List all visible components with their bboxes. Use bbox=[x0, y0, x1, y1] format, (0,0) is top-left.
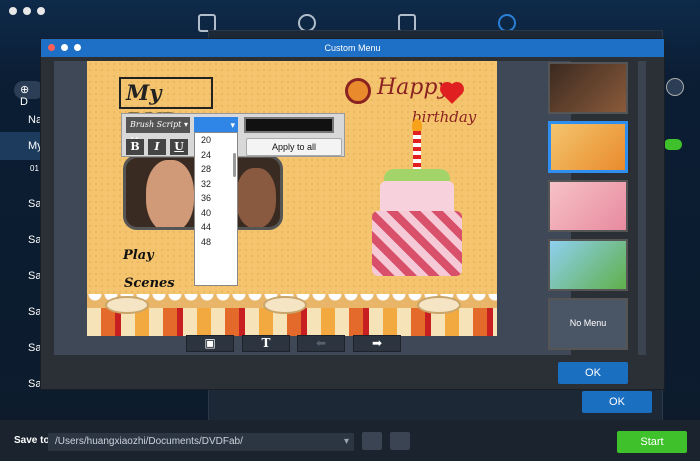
title-list-item[interactable]: Sa bbox=[0, 262, 41, 290]
decorative-border bbox=[87, 294, 497, 336]
dialog-maximize-button[interactable] bbox=[74, 44, 81, 51]
title-list-item[interactable]: My bbox=[0, 132, 43, 160]
bow-icon bbox=[263, 296, 307, 314]
heart-icon bbox=[442, 84, 462, 104]
font-family-select[interactable]: Brush Script M bbox=[126, 117, 190, 145]
ok-button[interactable]: OK bbox=[558, 362, 628, 384]
bold-button[interactable]: B bbox=[126, 139, 144, 155]
title-list-item[interactable]: Sa bbox=[0, 226, 41, 254]
title-list-item[interactable]: Sa bbox=[0, 298, 41, 326]
birthday-cake-image bbox=[362, 119, 472, 286]
back-ok-button[interactable]: OK bbox=[582, 391, 652, 413]
custom-menu-dialog: Custom Menu My DVD Happy birthday Play S… bbox=[40, 38, 665, 390]
menu-template-thumbnail[interactable]: No Menu bbox=[548, 298, 628, 350]
menu-title-text[interactable]: My DVD bbox=[119, 77, 213, 133]
font-size-option[interactable]: 20 bbox=[195, 133, 237, 148]
candle-icon bbox=[413, 131, 421, 171]
previous-button[interactable]: ⬅ bbox=[297, 335, 345, 352]
cake-layer-bottom bbox=[372, 211, 462, 276]
dropdown-scrollbar[interactable] bbox=[233, 153, 236, 177]
font-size-option[interactable]: 40 bbox=[195, 206, 237, 221]
title-list-item[interactable]: Sa bbox=[0, 370, 41, 398]
dialog-title: Custom Menu bbox=[41, 39, 664, 57]
font-size-dropdown[interactable]: 20 24 28 32 36 40 44 48 bbox=[194, 132, 238, 286]
menu-template-thumbnail[interactable] bbox=[548, 239, 628, 291]
bow-icon bbox=[417, 296, 461, 314]
italic-button[interactable]: I bbox=[148, 139, 166, 155]
font-size-option[interactable]: 36 bbox=[195, 191, 237, 206]
menu-template-thumbnail[interactable] bbox=[548, 180, 628, 232]
folder-button[interactable] bbox=[362, 432, 382, 450]
menu-editor-canvas: My DVD Happy birthday Play Scenes bbox=[54, 61, 571, 355]
font-size-options: 20 24 28 32 36 40 44 48 bbox=[195, 133, 237, 249]
dialog-close-button[interactable] bbox=[48, 44, 55, 51]
apply-to-all-button[interactable]: Apply to all bbox=[246, 138, 342, 156]
font-size-option[interactable]: 44 bbox=[195, 220, 237, 235]
font-size-option[interactable]: 48 bbox=[195, 235, 237, 250]
iso-button[interactable] bbox=[390, 432, 410, 450]
font-size-option[interactable]: 28 bbox=[195, 162, 237, 177]
scenes-button[interactable]: Scenes bbox=[124, 276, 175, 291]
underline-button[interactable]: U bbox=[170, 139, 188, 155]
next-button[interactable]: ➡ bbox=[353, 335, 401, 352]
menu-template-thumbnail[interactable] bbox=[548, 62, 628, 114]
maximize-window-button[interactable] bbox=[37, 7, 45, 15]
menu-preview: My DVD Happy birthday Play Scenes bbox=[87, 61, 497, 336]
menu-list-icon[interactable] bbox=[666, 78, 684, 96]
font-size-option[interactable]: 24 bbox=[195, 148, 237, 163]
template-scrollbar[interactable] bbox=[638, 61, 646, 355]
text-tool-button[interactable]: T bbox=[242, 335, 290, 352]
title-list-item[interactable]: Sa bbox=[0, 334, 41, 362]
footer-bar: Save to: /Users/huangxiaozhi/Documents/D… bbox=[0, 420, 700, 461]
flower-icon bbox=[345, 78, 371, 104]
face-image bbox=[146, 160, 194, 227]
minimize-window-button[interactable] bbox=[23, 7, 31, 15]
plus-icon: ⊕ bbox=[20, 84, 30, 96]
image-icon: ▣ bbox=[204, 336, 216, 350]
bow-icon bbox=[105, 296, 149, 314]
font-size-select[interactable] bbox=[194, 117, 238, 133]
menu-template-thumbnail[interactable] bbox=[548, 121, 628, 173]
play-button[interactable]: Play bbox=[123, 248, 154, 263]
dvdfab-window: ⊕ D Na My 01 Sa Sa Sa Sa Sa Sa OK Custom Menu My… bbox=[0, 0, 700, 461]
title-list-item[interactable]: Na bbox=[0, 106, 42, 134]
close-window-button[interactable] bbox=[9, 7, 17, 15]
face-image-2 bbox=[236, 168, 276, 227]
start-button[interactable]: Start bbox=[617, 431, 687, 453]
title-list-item[interactable]: Sa bbox=[0, 190, 41, 218]
output-path-select[interactable]: /Users/huangxiaozhi/Documents/DVDFab/ bbox=[48, 433, 354, 451]
thumbnail-label: No Menu bbox=[569, 318, 607, 328]
font-size-option[interactable]: 32 bbox=[195, 177, 237, 192]
title-list-item[interactable]: 01 bbox=[0, 160, 40, 178]
font-color-select[interactable] bbox=[244, 117, 334, 133]
menu-template-list: No Menu bbox=[544, 58, 634, 354]
image-tool-button[interactable]: ▣ bbox=[186, 335, 234, 352]
dialog-minimize-button[interactable] bbox=[61, 44, 68, 51]
toggle-switch[interactable] bbox=[664, 139, 682, 150]
